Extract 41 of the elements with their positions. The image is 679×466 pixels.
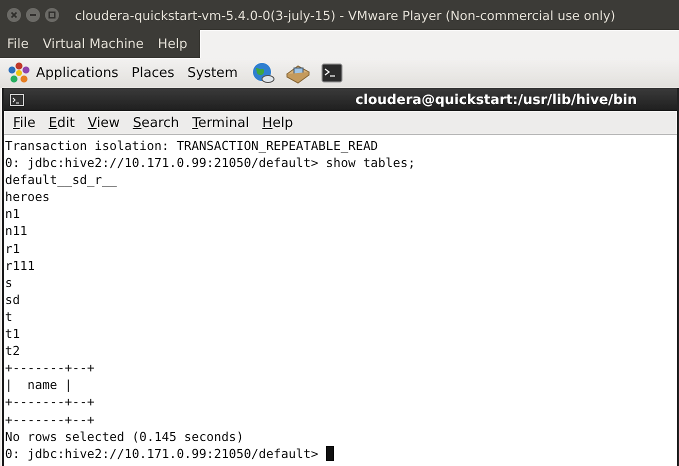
menu-item[interactable]: File (13, 114, 36, 130)
terminal-line: n11 (5, 222, 28, 240)
menu-item[interactable]: Virtual Machine (36, 36, 144, 52)
terminal-line: +-------+--+ (5, 393, 95, 410)
terminal-line: sd (5, 290, 20, 308)
terminal-line: Transaction isolation: TRANSACTION_REPEATABLE_READ (5, 137, 378, 154)
terminal-line: r111 (5, 256, 35, 274)
terminal-line: r1 (5, 240, 20, 257)
panel-menu[interactable]: Applications (36, 65, 118, 81)
menu-item[interactable]: File (0, 36, 29, 52)
terminal-line: t (5, 308, 12, 326)
globe-icon[interactable] (250, 62, 275, 84)
panel-menu[interactable]: System (187, 65, 238, 81)
terminal-line: n1 (5, 205, 20, 222)
window-title: cloudera-quickstart-vm-5.4.0-0(3-july-15) - VMware Player (Non-commercial use only) (75, 8, 616, 22)
menu-item[interactable]: Help (150, 36, 188, 52)
close-icon[interactable] (7, 8, 21, 22)
terminal-line: heroes (5, 188, 50, 206)
terminal-line: t2 (5, 342, 20, 360)
menu-item[interactable]: Edit (48, 114, 75, 130)
terminal-line: +-------+--+ (5, 410, 95, 428)
panel-menu[interactable]: Places (131, 65, 174, 81)
menu-item[interactable]: View (88, 114, 120, 130)
terminal-icon[interactable] (320, 63, 343, 83)
terminal-line: +-------+--+ (5, 359, 95, 376)
terminal-line: t1 (5, 325, 20, 342)
maximize-icon[interactable] (45, 8, 59, 22)
menu-item[interactable]: Search (132, 114, 180, 130)
terminal-line: default__sd_r__ (5, 171, 117, 188)
terminal-title: cloudera@quickstart:/usr/lib/hive/bin (355, 92, 637, 108)
menu-item[interactable]: Terminal (192, 114, 250, 130)
terminal-line: 0: jdbc:hive2://10.171.0.99:21050/default> (5, 444, 320, 462)
terminal-line: s (5, 274, 12, 291)
flower-icon[interactable] (8, 62, 30, 84)
terminal-line: 0: jdbc:hive2://10.171.0.99:21050/default> show tables; (5, 154, 416, 172)
menu-item[interactable]: Help (262, 114, 294, 130)
terminal-line: No rows selected (0.145 seconds) (5, 428, 244, 445)
terminal-icon (10, 94, 24, 106)
text-cursor (326, 446, 334, 461)
minimize-icon[interactable] (26, 8, 40, 22)
terminal-line: | name | (5, 376, 72, 394)
